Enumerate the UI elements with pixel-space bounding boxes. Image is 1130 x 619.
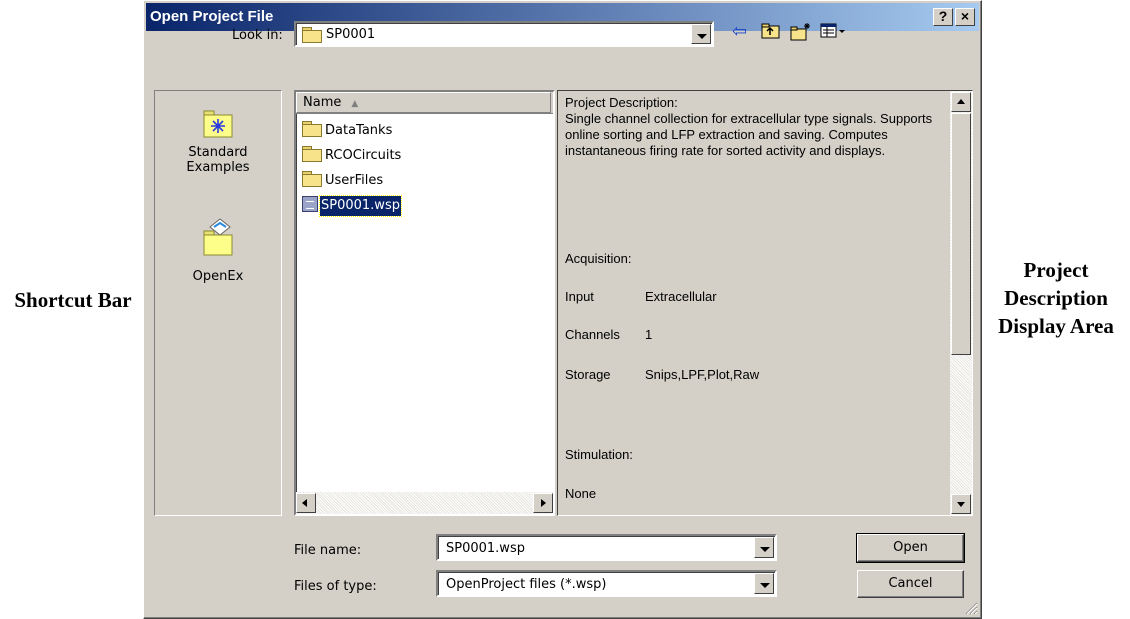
list-item-name: UserFiles: [325, 173, 384, 188]
help-button[interactable]: ?: [933, 8, 953, 26]
files-of-type-label: Files of type:: [294, 579, 377, 594]
list-item[interactable]: SP0001.wsp: [302, 195, 402, 217]
folder-icon: [302, 171, 322, 187]
files-of-type-value: OpenProject files (*.wsp): [446, 577, 607, 592]
up-folder-icon[interactable]: [761, 22, 781, 42]
look-in-combo[interactable]: SP0001: [294, 21, 714, 47]
back-arrow-icon[interactable]: ⇦: [732, 22, 747, 42]
scroll-down-button[interactable]: [951, 494, 971, 514]
file-name-dropdown-button[interactable]: [754, 537, 774, 558]
scroll-up-button[interactable]: [951, 92, 971, 112]
look-in-value: SP0001: [326, 27, 376, 42]
stimulation-value: None: [565, 486, 597, 501]
shortcut-label-line1: Standard: [188, 145, 248, 160]
channels-key: Channels: [565, 327, 620, 342]
wsp-file-icon: [302, 196, 318, 212]
storage-key: Storage: [565, 367, 611, 382]
list-item[interactable]: UserFiles: [302, 171, 384, 191]
look-in-label: Look in:: [232, 28, 283, 43]
scroll-left-button[interactable]: [296, 493, 316, 513]
acquisition-label: Acquisition:: [565, 251, 632, 266]
file-list: Name ▲ DataTanks RCOCircuits UserFiles SP…: [294, 90, 555, 516]
cancel-button[interactable]: Cancel: [857, 570, 964, 598]
list-header: Name ▲: [296, 92, 553, 114]
stimulation-label: Stimulation:: [565, 447, 633, 462]
column-header-name[interactable]: Name ▲: [296, 92, 551, 113]
shortcut-bar: Standard Examples OpenEx: [154, 90, 282, 516]
dialog-title: Open Project File: [150, 8, 274, 25]
shortcut-label-line2: Examples: [186, 160, 250, 175]
resize-grip-icon[interactable]: [964, 601, 978, 615]
folder-icon: [302, 146, 322, 162]
sort-ascending-icon: ▲: [351, 99, 359, 109]
channels-value: 1: [645, 327, 653, 342]
files-of-type-select[interactable]: OpenProject files (*.wsp): [436, 570, 777, 597]
input-value: Extracellular: [645, 289, 717, 304]
scroll-right-button[interactable]: [533, 493, 553, 513]
shortcut-openex[interactable]: OpenEx: [155, 215, 281, 284]
view-menu-icon[interactable]: [820, 22, 846, 42]
close-button[interactable]: ×: [955, 8, 975, 26]
description-area-callout: Project Description Display Area: [998, 258, 1114, 338]
project-description-area: Project Description: Single channel coll…: [557, 90, 973, 516]
list-item[interactable]: DataTanks: [302, 121, 393, 141]
new-folder-icon[interactable]: [790, 22, 812, 42]
list-item-name: SP0001.wsp: [319, 195, 402, 217]
folder-icon: [302, 121, 322, 137]
standard-examples-folder-icon: [203, 110, 233, 138]
list-item-name: RCOCircuits: [325, 148, 402, 163]
column-header-label: Name: [303, 95, 342, 110]
vertical-scrollbar[interactable]: [950, 91, 972, 515]
file-name-field[interactable]: SP0001.wsp: [436, 534, 777, 561]
open-button[interactable]: Open: [856, 533, 965, 563]
input-key: Input: [565, 289, 594, 304]
list-item-name: DataTanks: [325, 123, 393, 138]
shortcut-label-line1: OpenEx: [192, 269, 244, 284]
horizontal-scrollbar[interactable]: [296, 492, 553, 514]
folder-icon: [302, 27, 322, 43]
shortcut-bar-callout: Shortcut Bar: [14, 288, 132, 312]
description-body: Single channel collection for extracellu…: [565, 111, 933, 158]
description-heading: Project Description:: [565, 95, 678, 110]
look-in-dropdown-button[interactable]: [691, 24, 711, 44]
list-item[interactable]: RCOCircuits: [302, 146, 402, 166]
storage-value: Snips,LPF,Plot,Raw: [645, 367, 760, 382]
open-project-dialog: Open Project File ? × Look in: SP0001 ⇦ …: [143, 0, 982, 619]
scroll-thumb[interactable]: [951, 113, 971, 355]
file-name-value: SP0001.wsp: [446, 541, 525, 556]
file-name-label: File name:: [294, 543, 362, 558]
files-of-type-dropdown-button[interactable]: [754, 573, 774, 594]
openex-folder-icon: [203, 218, 233, 256]
shortcut-standard-examples[interactable]: Standard Examples: [155, 105, 281, 175]
